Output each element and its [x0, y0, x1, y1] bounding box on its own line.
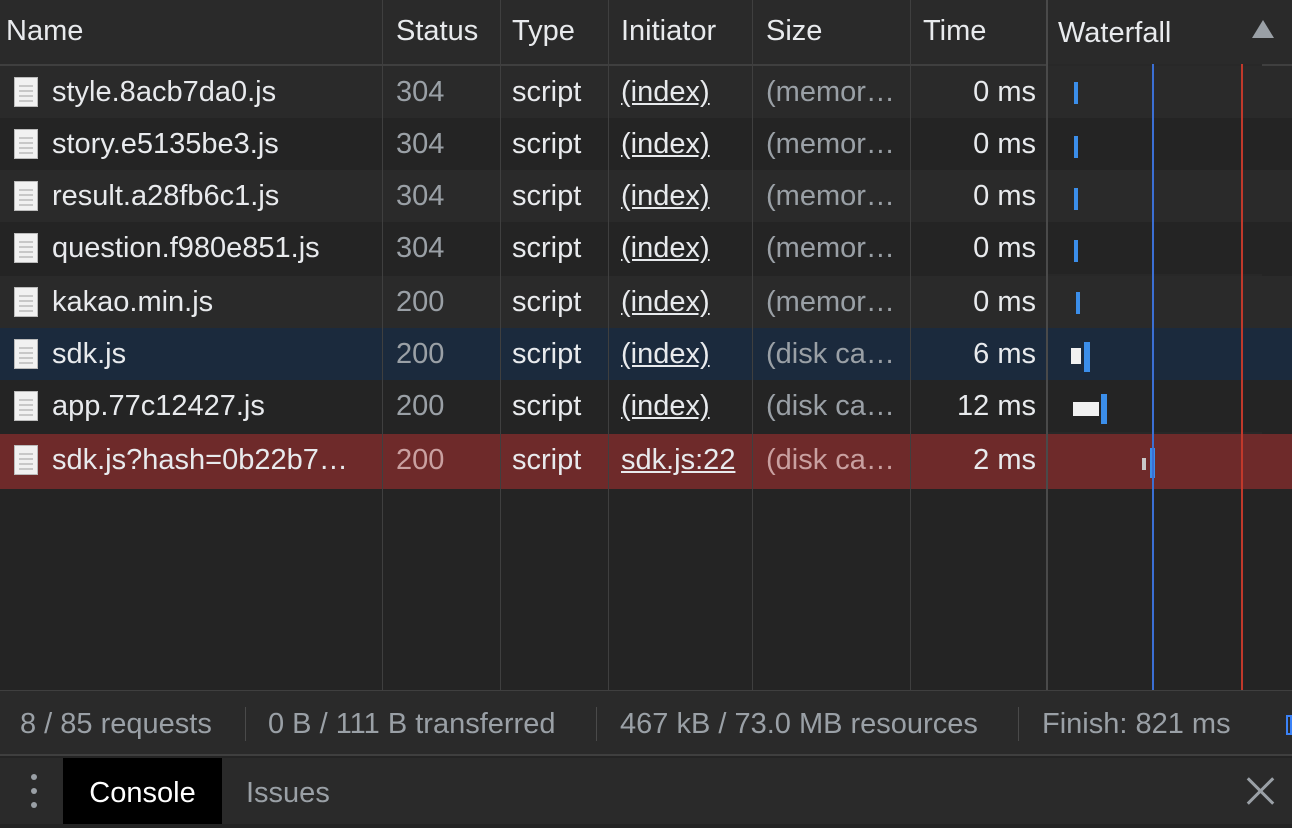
- waterfall-bar: [1071, 348, 1081, 364]
- column-divider[interactable]: [910, 0, 911, 690]
- request-count: 8 / 85 requests: [20, 708, 212, 740]
- column-divider[interactable]: [752, 0, 753, 690]
- sort-ascending-icon[interactable]: [1252, 20, 1274, 38]
- waterfall-bar: [1074, 188, 1078, 210]
- waterfall-bar: [1074, 82, 1078, 104]
- waterfall-timing[interactable]: [0, 118, 1292, 170]
- summary-divider: [596, 707, 597, 741]
- table-row[interactable]: app.77c12427.js 200 script (index) (disk ca……: [0, 380, 1292, 432]
- network-summary-bar: 8 / 85 requests 0 B / 111 B transferred …: [0, 690, 1292, 756]
- table-row[interactable]: kakao.min.js 200 script (index) (memor… 0 ms: [0, 276, 1292, 328]
- summary-divider: [245, 707, 246, 741]
- column-header-status[interactable]: Status: [390, 0, 500, 64]
- column-divider[interactable]: [608, 0, 609, 690]
- column-header-size[interactable]: Size: [760, 0, 910, 64]
- waterfall-bar: [1142, 458, 1146, 470]
- waterfall-timing[interactable]: [0, 328, 1292, 380]
- load-event-marker: [1241, 64, 1243, 690]
- dom-content-loaded-marker: [1152, 64, 1154, 690]
- column-header-initiator[interactable]: Initiator: [615, 0, 751, 64]
- table-row[interactable]: result.a28fb6c1.js 304 script (index) (memor…: [0, 170, 1292, 222]
- tab-issues[interactable]: Issues: [246, 758, 330, 824]
- waterfall-timing[interactable]: [0, 276, 1292, 328]
- transferred-size: 0 B / 111 B transferred: [268, 708, 556, 740]
- finish-time: Finish: 821 ms: [1042, 708, 1231, 740]
- drawer-tabbar: Console Issues: [0, 758, 1292, 824]
- table-row[interactable]: style.8acb7da0.js 304 script (index) (memor……: [0, 66, 1292, 118]
- column-header-name[interactable]: Name: [0, 0, 382, 64]
- column-divider[interactable]: [500, 0, 501, 690]
- table-row[interactable]: sdk.js 200 script (index) (disk ca… 6 ms: [0, 328, 1292, 380]
- table-header: Name Status Type Initiator Size Time Wat…: [0, 0, 1292, 66]
- table-row[interactable]: sdk.js?hash=0b22b7… 200 script sdk.js:22 (di…: [0, 434, 1292, 489]
- waterfall-timing[interactable]: [0, 66, 1292, 118]
- more-vert-icon[interactable]: [22, 770, 46, 812]
- column-divider[interactable]: [1046, 0, 1048, 690]
- waterfall-bar: [1074, 136, 1078, 158]
- summary-divider: [1018, 707, 1019, 741]
- column-header-time[interactable]: Time: [917, 0, 1045, 64]
- waterfall-timing[interactable]: [0, 170, 1292, 222]
- waterfall-timing[interactable]: [0, 222, 1292, 274]
- waterfall-bar: [1101, 394, 1107, 424]
- tab-console[interactable]: Console: [63, 758, 222, 824]
- column-divider[interactable]: [382, 0, 383, 690]
- waterfall-timing[interactable]: [0, 380, 1292, 432]
- table-row[interactable]: story.e5135be3.js 304 script (index) (memor……: [0, 118, 1292, 170]
- waterfall-bar: [1073, 402, 1099, 416]
- summary-overflow-indicator: [1286, 715, 1292, 735]
- waterfall-bar: [1076, 292, 1080, 314]
- column-header-type[interactable]: Type: [506, 0, 608, 64]
- waterfall-bar: [1084, 342, 1090, 372]
- close-icon[interactable]: [1246, 776, 1276, 806]
- table-row[interactable]: question.f980e851.js 304 script (index) (mem…: [0, 222, 1292, 274]
- waterfall-bar: [1074, 240, 1078, 262]
- column-header-waterfall[interactable]: Waterfall: [1052, 0, 1242, 64]
- network-request-table: Name Status Type Initiator Size Time Wat…: [0, 0, 1292, 690]
- resources-size: 467 kB / 73.0 MB resources: [620, 708, 978, 740]
- waterfall-timing[interactable]: [0, 434, 1292, 486]
